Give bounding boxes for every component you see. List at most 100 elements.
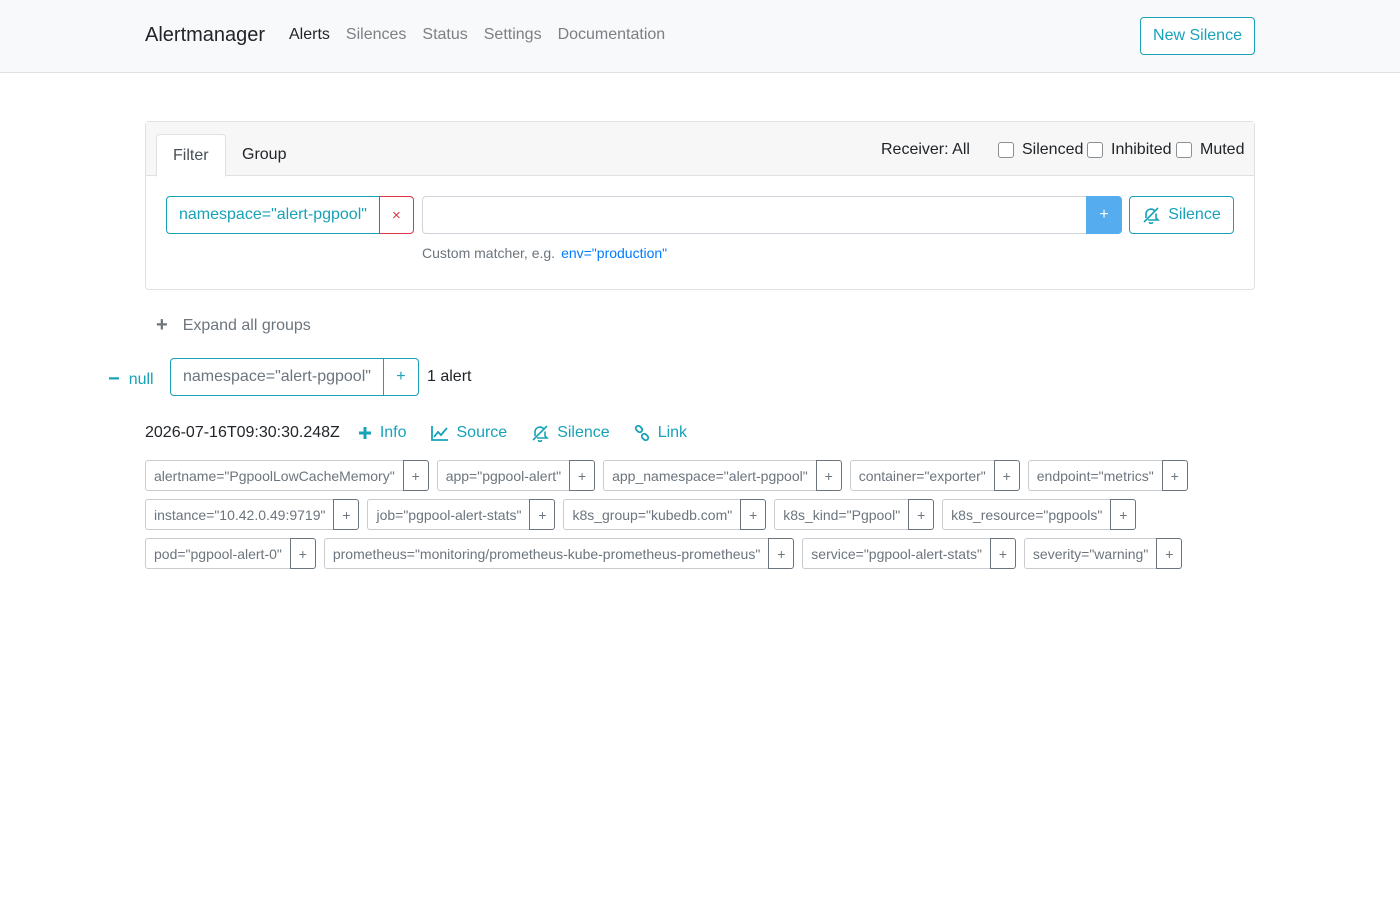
navbar: Alertmanager Alerts Silences Status Sett… xyxy=(0,0,1400,73)
label-chip: instance="10.42.0.49:9719" + xyxy=(145,499,360,530)
custom-matcher-input[interactable] xyxy=(422,196,1087,234)
muted-checkbox[interactable]: Muted xyxy=(1176,141,1244,159)
link-icon xyxy=(634,425,649,441)
nav-silences[interactable]: Silences xyxy=(346,26,406,44)
label-text[interactable]: k8s_resource="pgpools" xyxy=(942,499,1111,530)
label-row: pod="pgpool-alert-0" + prometheus="monito… xyxy=(145,538,1205,569)
checkbox-icon[interactable] xyxy=(1087,142,1103,158)
label-add-button[interactable]: + xyxy=(908,499,935,530)
plus-icon xyxy=(358,427,371,439)
tab-group[interactable]: Group xyxy=(226,134,302,177)
label-text[interactable]: service="pgpool-alert-stats" xyxy=(802,538,990,569)
checkbox-icon[interactable] xyxy=(1176,142,1192,158)
remove-matcher-button[interactable]: × xyxy=(378,196,414,234)
nav-alerts[interactable]: Alerts xyxy=(289,26,330,44)
label-text[interactable]: prometheus="monitoring/prometheus-kube-p… xyxy=(323,538,769,569)
alert-timestamp: 2026-07-16T09:30:30.248Z xyxy=(145,424,340,441)
label-text[interactable]: app="pgpool-alert" xyxy=(436,460,570,491)
label-text[interactable]: container="exporter" xyxy=(849,460,994,491)
silence-alert-button[interactable]: Silence xyxy=(531,424,610,442)
bell-slash-icon xyxy=(532,425,550,442)
label-text[interactable]: endpoint="metrics" xyxy=(1027,460,1162,491)
label-chip: severity="warning" + xyxy=(1023,538,1183,569)
nav-documentation[interactable]: Documentation xyxy=(558,26,666,44)
label-chip: k8s_group="kubedb.com" + xyxy=(563,499,767,530)
add-matcher-button[interactable]: + xyxy=(1086,196,1122,234)
label-text[interactable]: alertname="PgpoolLowCacheMemory" xyxy=(145,460,403,491)
tab-filter[interactable]: Filter xyxy=(156,134,226,177)
label-add-button[interactable]: + xyxy=(993,460,1020,491)
label-chip: alertname="PgpoolLowCacheMemory" + xyxy=(145,460,429,491)
label-chip: endpoint="metrics" + xyxy=(1027,460,1188,491)
checkbox-icon[interactable] xyxy=(998,142,1014,158)
group-receiver-label: null xyxy=(128,370,154,388)
label-add-button[interactable]: + xyxy=(289,538,316,569)
alert-labels: alertname="PgpoolLowCacheMemory" + app="p… xyxy=(145,460,1205,577)
source-button[interactable]: Source xyxy=(430,424,508,442)
label-row: instance="10.42.0.49:9719" + job="pgpool-… xyxy=(145,499,1205,530)
info-button[interactable]: Info xyxy=(358,424,407,442)
label-chip: prometheus="monitoring/prometheus-kube-p… xyxy=(323,538,795,569)
nav-settings[interactable]: Settings xyxy=(484,26,542,44)
inhibited-checkbox[interactable]: Inhibited xyxy=(1087,141,1172,159)
label-add-button[interactable]: + xyxy=(1161,460,1188,491)
label-text[interactable]: instance="10.42.0.49:9719" xyxy=(145,499,334,530)
link-label: Link xyxy=(657,424,688,441)
filter-card-header: Filter Group Receiver: All Silenced Inhi… xyxy=(146,122,1254,177)
alert-header-row: 2026-07-16T09:30:30.248Z Info Source Sil… xyxy=(145,424,711,442)
label-add-button[interactable]: + xyxy=(333,499,360,530)
label-add-button[interactable]: + xyxy=(1110,499,1137,530)
label-text[interactable]: severity="warning" xyxy=(1023,538,1157,569)
group-matcher-text[interactable]: namespace="alert-pgpool" xyxy=(170,358,383,396)
label-text[interactable]: app_namespace="alert-pgpool" xyxy=(603,460,816,491)
brand-title[interactable]: Alertmanager xyxy=(145,24,265,47)
chart-line-icon xyxy=(430,426,448,441)
filter-matcher-text[interactable]: namespace="alert-pgpool" xyxy=(166,196,379,234)
label-chip: k8s_resource="pgpools" + xyxy=(942,499,1137,530)
label-row: alertname="PgpoolLowCacheMemory" + app="p… xyxy=(145,460,1205,491)
label-chip: app="pgpool-alert" + xyxy=(436,460,596,491)
info-label: Info xyxy=(379,424,407,441)
label-add-button[interactable]: + xyxy=(1156,538,1183,569)
filter-matcher-chip: namespace="alert-pgpool" × xyxy=(166,196,414,234)
bell-slash-icon xyxy=(1143,207,1161,224)
silence-alert-label: Silence xyxy=(557,424,610,441)
label-add-button[interactable]: + xyxy=(989,538,1016,569)
label-text[interactable]: job="pgpool-alert-stats" xyxy=(367,499,530,530)
label-text[interactable]: pod="pgpool-alert-0" xyxy=(145,538,290,569)
label-add-button[interactable]: + xyxy=(402,460,429,491)
muted-label: Muted xyxy=(1200,141,1245,158)
nav-links: Alerts Silences Status Settings Document… xyxy=(289,26,681,44)
label-chip: container="exporter" + xyxy=(849,460,1020,491)
label-add-button[interactable]: + xyxy=(569,460,596,491)
silenced-label: Silenced xyxy=(1022,141,1084,158)
hint-text: Custom matcher, e.g. xyxy=(422,245,556,261)
label-text[interactable]: k8s_group="kubedb.com" xyxy=(563,499,741,530)
source-label: Source xyxy=(456,424,508,441)
expand-all-groups-button[interactable]: + Expand all groups xyxy=(156,314,311,337)
label-chip: k8s_kind="Pgpool" + xyxy=(774,499,935,530)
silence-filter-button[interactable]: Silence xyxy=(1129,196,1234,234)
nav-status[interactable]: Status xyxy=(422,26,467,44)
plus-icon: + xyxy=(156,314,168,336)
label-add-button[interactable]: + xyxy=(768,538,795,569)
label-text[interactable]: k8s_kind="Pgpool" xyxy=(774,499,909,530)
new-silence-button[interactable]: New Silence xyxy=(1140,17,1255,55)
receiver-selector[interactable]: Receiver: All xyxy=(881,141,970,159)
group-collapse-toggle[interactable]: − null xyxy=(108,368,154,391)
label-add-button[interactable]: + xyxy=(815,460,842,491)
group-matcher-chip: namespace="alert-pgpool" + xyxy=(170,358,419,396)
label-add-button[interactable]: + xyxy=(529,499,556,530)
silenced-checkbox[interactable]: Silenced xyxy=(998,141,1083,159)
label-chip: pod="pgpool-alert-0" + xyxy=(145,538,316,569)
label-chip: app_namespace="alert-pgpool" + xyxy=(603,460,842,491)
link-button[interactable]: Link xyxy=(634,424,687,442)
silence-filter-label: Silence xyxy=(1168,206,1221,223)
inhibited-label: Inhibited xyxy=(1111,141,1172,158)
custom-matcher-hint: Custom matcher, e.g. env="production" xyxy=(422,245,667,261)
label-add-button[interactable]: + xyxy=(740,499,767,530)
group-matcher-add-button[interactable]: + xyxy=(382,358,419,396)
alert-count: 1 alert xyxy=(427,368,472,385)
expand-all-label: Expand all groups xyxy=(182,316,311,334)
hint-example-link[interactable]: env="production" xyxy=(561,245,667,261)
